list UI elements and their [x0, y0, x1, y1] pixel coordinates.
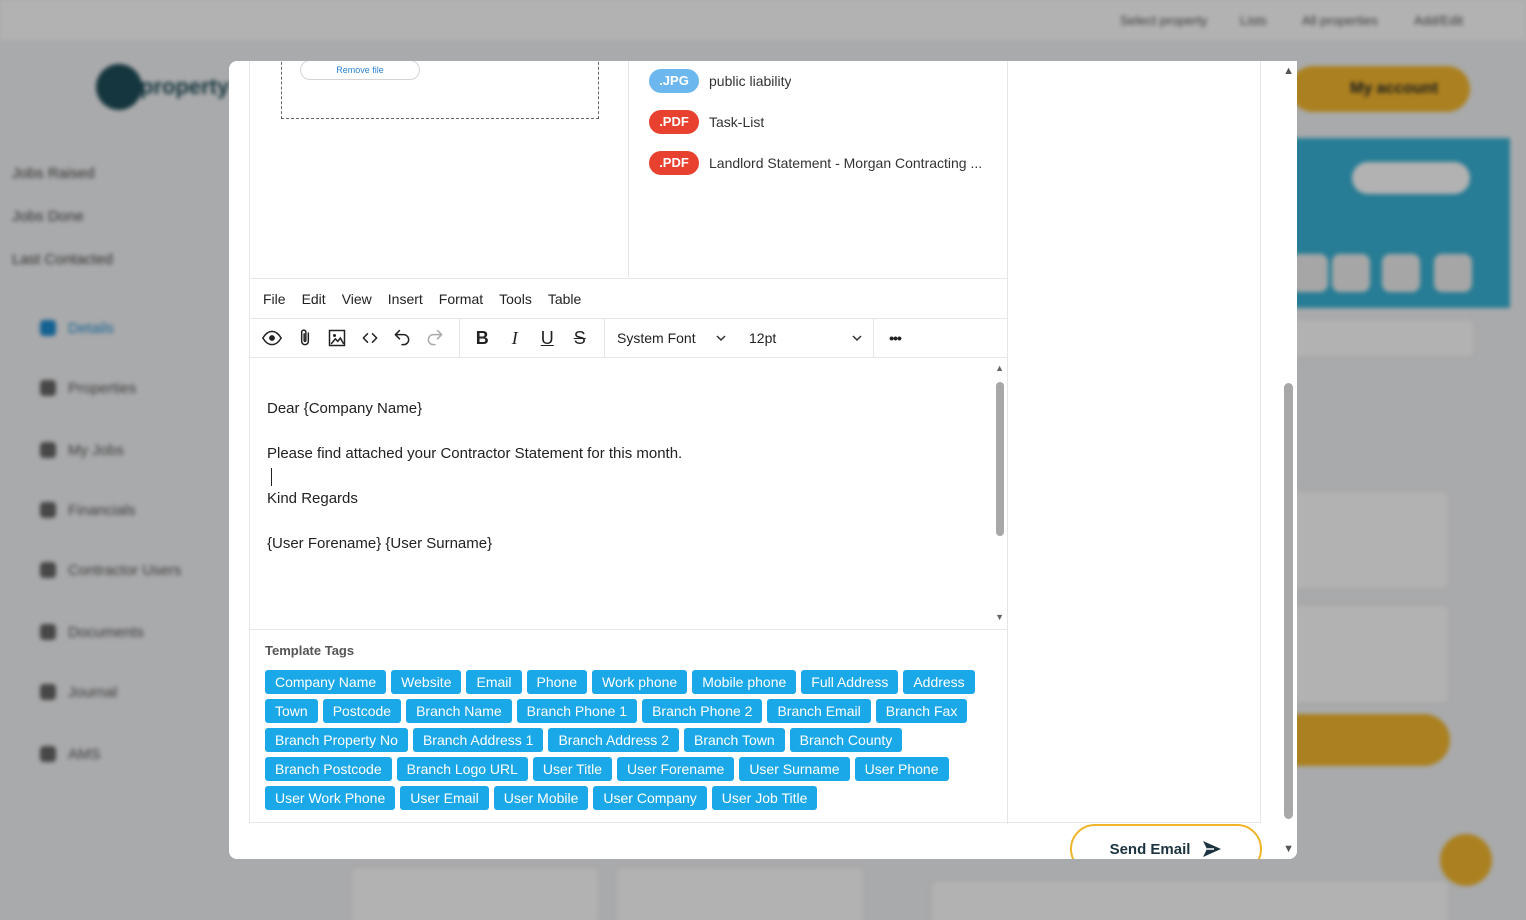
chevron-down-icon	[716, 335, 726, 342]
email-content: Remove file .JPG public liability .PDF T…	[249, 61, 1261, 824]
menu-table[interactable]: Table	[548, 291, 581, 307]
template-tag[interactable]: Branch Address 2	[548, 728, 679, 752]
send-email-button[interactable]: Send Email	[1070, 824, 1262, 859]
template-tags-section: Template Tags Company Name Website Email Ph…	[250, 629, 1008, 824]
file-type-badge: .PDF	[649, 109, 699, 134]
template-tag[interactable]: User Surname	[739, 757, 850, 781]
body-line: Please find attached your Contractor Sta…	[267, 445, 683, 462]
template-tag[interactable]: Email	[466, 670, 522, 694]
email-modal: ▲ ▼ Remove file .JPG public liability .P…	[229, 61, 1297, 859]
modal-scroll-thumb[interactable]	[1284, 383, 1293, 819]
template-tag[interactable]: Branch Logo URL	[396, 757, 528, 781]
attachment-item[interactable]: .JPG public liability	[649, 61, 994, 101]
editor-toolbar: B I U S System Font 12pt •••	[250, 318, 1008, 358]
editor-menubar: File Edit View Insert Format Tools Table	[250, 279, 1008, 319]
file-dropzone[interactable]: Remove file	[281, 61, 599, 119]
template-tag[interactable]: User Job Title	[711, 786, 818, 810]
chevron-down-icon	[852, 335, 862, 342]
preview-icon[interactable]	[256, 323, 289, 353]
menu-format[interactable]: Format	[439, 291, 483, 307]
redo-icon[interactable]	[419, 323, 452, 353]
menu-view[interactable]: View	[342, 291, 372, 307]
attachment-item[interactable]: .PDF Landlord Statement - Morgan Contrac…	[649, 142, 994, 183]
font-family-value: System Font	[617, 330, 696, 346]
attachment-name: Task-List	[709, 113, 765, 130]
undo-icon[interactable]	[386, 323, 419, 353]
font-size-value: 12pt	[749, 330, 777, 346]
template-tag[interactable]: Branch County	[789, 728, 903, 752]
template-tag[interactable]: Mobile phone	[692, 670, 797, 694]
rich-text-editor: File Edit View Insert Format Tools Table	[250, 278, 1008, 628]
divider	[628, 61, 629, 277]
template-tag[interactable]: Town	[265, 699, 318, 723]
body-line: Dear {Company Name}	[267, 400, 423, 417]
file-type-badge: .PDF	[649, 150, 699, 175]
attachment-icon[interactable]	[289, 323, 322, 353]
template-tag[interactable]: Branch Phone 2	[642, 699, 763, 723]
template-tag[interactable]: Website	[391, 670, 462, 694]
body-line: {User Forename} {User Surname}	[267, 535, 493, 552]
remove-file-button[interactable]: Remove file	[300, 61, 420, 80]
template-tag[interactable]: User Phone	[854, 757, 949, 781]
strikethrough-button[interactable]: S	[564, 323, 597, 353]
file-type-badge: .JPG	[649, 68, 699, 93]
menu-file[interactable]: File	[263, 291, 286, 307]
template-tag[interactable]: User Title	[532, 757, 613, 781]
editor-scroll-thumb[interactable]	[996, 382, 1004, 536]
template-tag[interactable]: Phone	[526, 670, 587, 694]
menu-tools[interactable]: Tools	[499, 291, 532, 307]
template-tag[interactable]: User Mobile	[493, 786, 589, 810]
image-icon[interactable]	[321, 323, 354, 353]
body-blank	[267, 421, 682, 444]
template-tag[interactable]: Work phone	[591, 670, 688, 694]
attachment-name: Landlord Statement - Morgan Contracting …	[709, 154, 983, 171]
template-tag[interactable]: User Company	[593, 786, 707, 810]
send-icon	[1203, 841, 1222, 857]
template-tag[interactable]: Branch Property No	[265, 728, 408, 752]
italic-button[interactable]: I	[499, 323, 532, 353]
scroll-down-icon[interactable]: ▼	[995, 612, 1004, 622]
attachment-item[interactable]: .PDF Task-List	[649, 101, 994, 142]
toolbar-group-insert	[250, 318, 460, 358]
template-tag[interactable]: Address	[903, 670, 975, 694]
editor-body[interactable]: Dear {Company Name} Please find attached…	[250, 358, 1008, 628]
template-tag[interactable]: Branch Fax	[875, 699, 968, 723]
source-code-icon[interactable]	[354, 323, 387, 353]
toolbar-group-format: B I U S	[460, 318, 605, 358]
scroll-up-icon[interactable]: ▲	[1283, 65, 1294, 77]
email-body-text[interactable]: Dear {Company Name} Please find attached…	[267, 398, 682, 556]
template-tag[interactable]: Full Address	[801, 670, 899, 694]
more-options-button[interactable]: •••	[878, 323, 912, 353]
template-tag[interactable]: Branch Name	[406, 699, 512, 723]
body-line: Kind Regards	[267, 490, 358, 507]
attachment-list: .JPG public liability .PDF Task-List .PD…	[649, 61, 994, 183]
body-blank	[267, 466, 682, 489]
send-email-label: Send Email	[1109, 840, 1191, 858]
attachment-name: public liability	[709, 72, 792, 89]
scroll-down-icon[interactable]: ▼	[1283, 843, 1294, 855]
template-tag[interactable]: User Forename	[617, 757, 735, 781]
body-blank	[267, 511, 682, 534]
font-size-select[interactable]: 12pt	[737, 318, 874, 358]
template-tag[interactable]: User Work Phone	[265, 786, 396, 810]
template-tag[interactable]: Branch Email	[767, 699, 871, 723]
font-family-select[interactable]: System Font	[605, 319, 737, 358]
template-tags-title: Template Tags	[265, 643, 355, 658]
template-tag[interactable]: Branch Address 1	[412, 728, 544, 752]
email-main-column: Remove file .JPG public liability .PDF T…	[250, 61, 1008, 824]
template-tags-list: Company Name Website Email Phone Work phone M…	[265, 670, 995, 810]
template-tag[interactable]: Branch Town	[683, 728, 785, 752]
template-tag[interactable]: Branch Postcode	[265, 757, 392, 781]
modal-scrollbar[interactable]: ▲ ▼	[1279, 61, 1297, 859]
template-tag[interactable]: Company Name	[265, 670, 387, 694]
text-caret	[271, 467, 272, 486]
menu-edit[interactable]: Edit	[302, 291, 326, 307]
underline-button[interactable]: U	[531, 323, 564, 353]
template-tag[interactable]: Postcode	[322, 699, 402, 723]
template-tag[interactable]: User Email	[400, 786, 489, 810]
scroll-up-icon[interactable]: ▲	[995, 363, 1004, 373]
menu-insert[interactable]: Insert	[388, 291, 423, 307]
bold-button[interactable]: B	[466, 323, 499, 353]
template-tag[interactable]: Branch Phone 1	[516, 699, 638, 723]
